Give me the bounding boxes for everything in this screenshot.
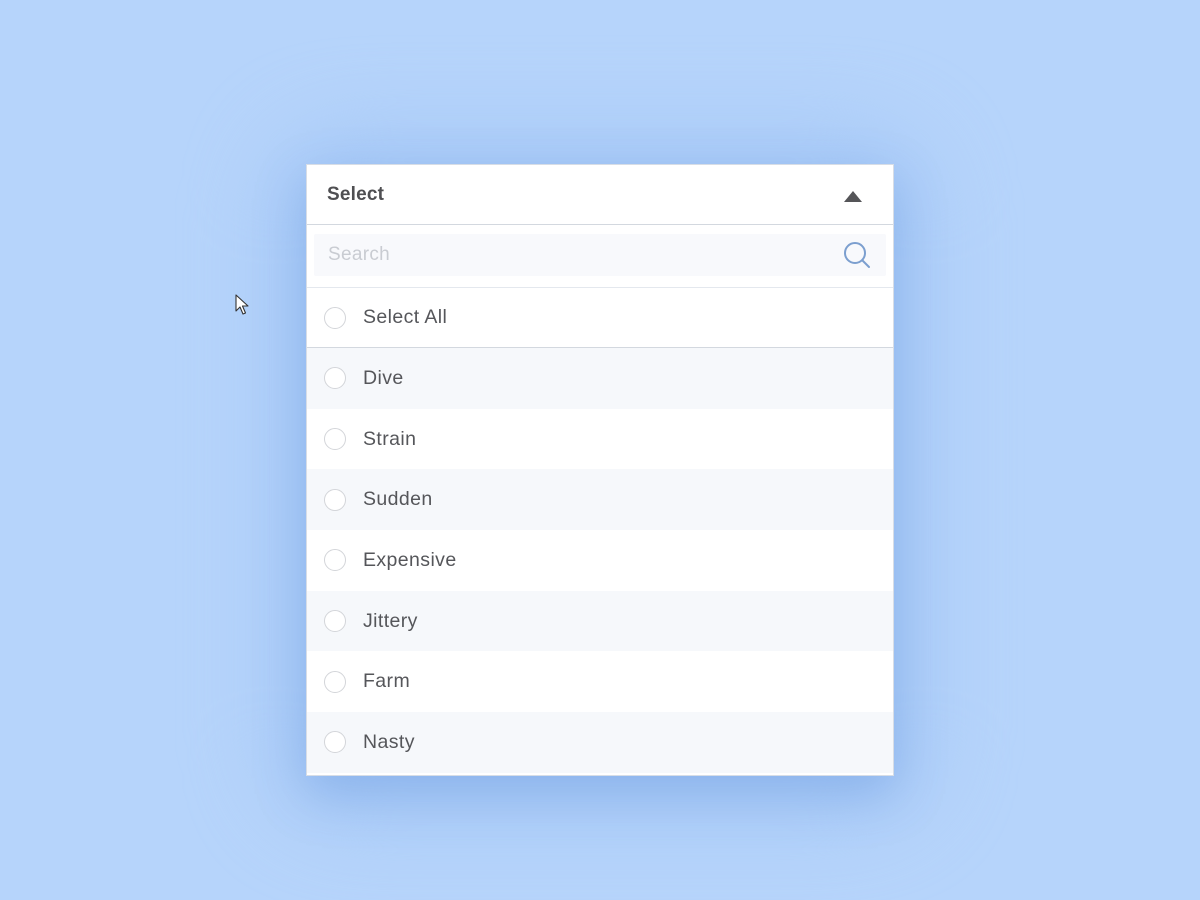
search-input[interactable]	[314, 234, 842, 276]
option-label: Jittery	[363, 609, 418, 632]
radio-button[interactable]	[324, 428, 346, 451]
option-label: Expensive	[363, 548, 457, 571]
search-row	[307, 225, 893, 288]
dropdown-header[interactable]: Select	[307, 165, 893, 225]
radio-button[interactable]	[324, 488, 346, 511]
radio-button[interactable]	[324, 610, 346, 633]
option-item[interactable]: Dive	[307, 348, 893, 409]
page-background: Select Select All Dive	[0, 0, 1200, 900]
option-label: Nasty	[363, 730, 415, 753]
radio-button[interactable]	[324, 367, 346, 390]
radio-button[interactable]	[324, 731, 346, 754]
multi-select-dropdown: Select Select All Dive	[306, 164, 894, 776]
option-item[interactable]: Expensive	[307, 530, 893, 591]
select-all-option[interactable]: Select All	[307, 288, 893, 348]
radio-button[interactable]	[324, 306, 346, 329]
mouse-pointer-icon	[235, 294, 249, 315]
option-label: Strain	[363, 427, 417, 450]
option-item[interactable]: Jittery	[307, 590, 893, 652]
dropdown-title: Select	[327, 183, 385, 205]
option-label: Sudden	[363, 488, 433, 511]
option-label: Dive	[363, 366, 404, 389]
radio-button[interactable]	[324, 670, 346, 693]
option-label: Farm	[363, 670, 411, 693]
option-item[interactable]: Farm	[307, 651, 893, 713]
search-box	[314, 234, 886, 276]
search-icon[interactable]	[842, 240, 872, 270]
option-item[interactable]: Nasty	[307, 712, 893, 773]
caret-up-icon[interactable]	[844, 191, 862, 202]
option-item[interactable]: Strain	[307, 408, 893, 470]
radio-button[interactable]	[324, 549, 346, 572]
option-item[interactable]: Sudden	[307, 469, 893, 531]
option-label: Select All	[363, 306, 448, 328]
options-list: Dive Strain Sudden Expensive Jittery Far…	[307, 348, 893, 773]
